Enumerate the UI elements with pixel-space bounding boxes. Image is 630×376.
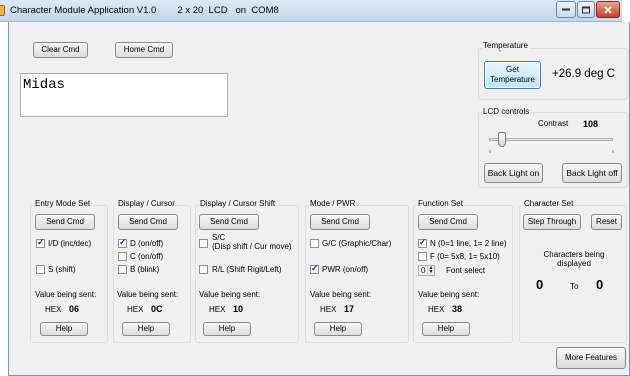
- close-icon: [604, 5, 612, 14]
- contrast-slider-track[interactable]: [489, 138, 613, 141]
- c-label: C (on/off): [130, 252, 164, 261]
- char-range-from: 0: [536, 277, 544, 292]
- pwr-checkbox[interactable]: [310, 263, 319, 274]
- mode-pwr-help-button[interactable]: Help: [314, 322, 362, 336]
- get-temperature-button[interactable]: Get Temperature: [484, 61, 541, 89]
- function-set-caption: Function Set: [417, 199, 464, 209]
- function-set-hex-label: HEX: [428, 305, 445, 314]
- gc-label: G/C (Graphic/Char): [322, 239, 392, 248]
- backlight-off-button[interactable]: Back Light off: [562, 163, 622, 183]
- function-set-send-button[interactable]: Send Cmd: [418, 214, 478, 230]
- c-checkbox[interactable]: [118, 252, 127, 261]
- function-set-hex-value: 38: [452, 304, 463, 314]
- window-title: Character Module Application V1.0 2 x 20…: [10, 5, 279, 16]
- n-checkbox[interactable]: [418, 237, 427, 248]
- pwr-label: PWR (on/off): [322, 265, 369, 274]
- gc-checkbox[interactable]: [310, 239, 319, 248]
- d-checkbox[interactable]: [118, 237, 127, 248]
- mode-pwr-hex-value: 17: [344, 304, 355, 314]
- rl-label: R/L (Shift Rigit/Left): [212, 265, 282, 274]
- entry-mode-hex-value: 06: [69, 304, 80, 314]
- contrast-value: 108: [583, 119, 599, 129]
- clear-cmd-button[interactable]: Clear Cmd: [33, 42, 88, 58]
- maximize-button[interactable]: [577, 1, 595, 18]
- app-icon: [0, 5, 5, 16]
- s-label: S (shift): [48, 265, 76, 274]
- f-label: F (0= 5x8, 1= 5x10): [430, 252, 500, 261]
- title-bar: Character Module Application V1.0 2 x 20…: [0, 0, 622, 22]
- characters-info-label: Characters being displayed: [543, 250, 605, 269]
- lcd-display-box[interactable]: Midas: [20, 73, 228, 117]
- mode-pwr-send-button[interactable]: Send Cmd: [310, 214, 370, 230]
- id-label: I/D (inc/dec): [48, 239, 92, 248]
- display-shift-hex-label: HEX: [209, 305, 226, 314]
- home-cmd-button[interactable]: Home Cmd: [115, 42, 173, 58]
- lcd-controls-caption: LCD controls: [482, 107, 531, 117]
- rl-checkbox[interactable]: [199, 265, 208, 274]
- sc-checkbox[interactable]: [199, 239, 208, 248]
- entry-mode-caption: Entry Mode Set: [34, 199, 92, 209]
- display-cursor-hex-label: HEX: [127, 305, 144, 314]
- n-label: N (0=1 line, 1= 2 line): [430, 239, 507, 248]
- mode-pwr-caption: Mode / PWR: [309, 199, 357, 209]
- display-cursor-hex-value: 0C: [151, 304, 163, 314]
- font-select-spinner[interactable]: 0 ▲ ▼: [418, 265, 435, 276]
- temperature-value: +26.9 deg C: [552, 68, 615, 80]
- maximize-icon: [582, 6, 590, 13]
- mode-pwr-hex-label: HEX: [320, 305, 337, 314]
- backlight-on-button[interactable]: Back Light on: [484, 163, 543, 183]
- entry-mode-value-label: Value being sent:: [35, 290, 97, 299]
- contrast-slider-thumb[interactable]: [498, 132, 506, 147]
- entry-mode-hex-label: HEX: [45, 305, 62, 314]
- function-set-value-label: Value being sent:: [418, 290, 480, 299]
- s-checkbox[interactable]: [36, 265, 45, 274]
- close-button[interactable]: [596, 1, 620, 18]
- id-checkbox[interactable]: [36, 237, 45, 248]
- contrast-label: Contrast: [538, 119, 569, 128]
- display-cursor-send-button[interactable]: Send Cmd: [118, 214, 178, 230]
- display-shift-caption: Display / Cursor Shift: [199, 199, 277, 209]
- font-select-label: Font select: [446, 266, 486, 275]
- display-shift-help-button[interactable]: Help: [203, 322, 251, 336]
- sc-label-detail: (Disp shift / Cur move): [212, 242, 292, 251]
- spinner-arrows-icon[interactable]: ▲ ▼: [427, 266, 434, 275]
- display-cursor-caption: Display / Cursor: [117, 199, 176, 209]
- display-shift-hex-value: 10: [233, 304, 244, 314]
- char-range-to-label: To: [570, 282, 579, 291]
- mode-pwr-value-label: Value being sent:: [310, 290, 372, 299]
- char-range-to: 0: [596, 277, 604, 292]
- minimize-icon: [562, 8, 570, 10]
- step-through-button[interactable]: Step Through: [523, 214, 581, 230]
- display-cursor-value-label: Value being sent:: [117, 290, 179, 299]
- font-select-value: 0: [421, 266, 426, 275]
- entry-mode-help-button[interactable]: Help: [40, 322, 88, 336]
- more-features-button[interactable]: More Features: [556, 347, 626, 369]
- f-checkbox[interactable]: [418, 252, 427, 261]
- sc-label: S/C: [212, 233, 226, 242]
- display-cursor-help-button[interactable]: Help: [122, 322, 170, 336]
- display-shift-value-label: Value being sent:: [199, 290, 261, 299]
- slider-ticks: [489, 150, 614, 153]
- temperature-caption-label: Temperature: [482, 41, 529, 51]
- d-label: D (on/off): [130, 239, 164, 248]
- entry-mode-send-button[interactable]: Send Cmd: [35, 214, 95, 230]
- b-checkbox[interactable]: [118, 265, 127, 274]
- display-shift-send-button[interactable]: Send Cmd: [199, 214, 259, 230]
- function-set-help-button[interactable]: Help: [422, 322, 470, 336]
- character-set-caption: Character Set: [523, 199, 575, 209]
- minimize-button[interactable]: [556, 1, 576, 18]
- b-label: B (blink): [130, 265, 160, 274]
- reset-button[interactable]: Reset: [591, 214, 622, 230]
